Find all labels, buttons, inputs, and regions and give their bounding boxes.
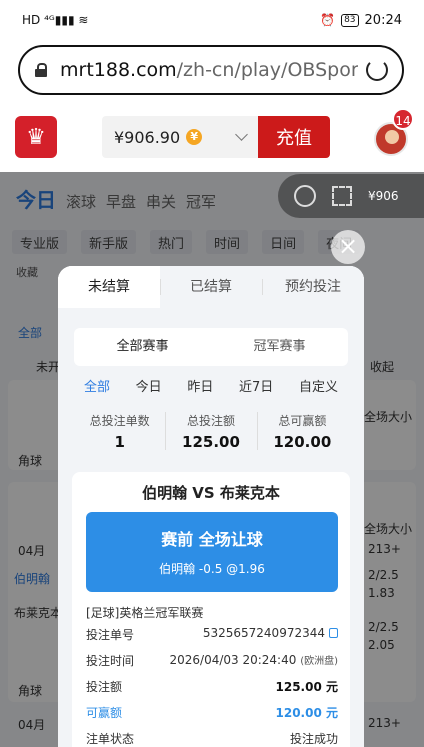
balance-selector[interactable]: ¥906.90 ¥ [102,116,258,158]
row-label: 注单状态 [86,732,135,746]
clock: 20:24 [364,12,402,28]
close-button[interactable]: × [331,230,365,264]
stat-total-stake: 总投注额 125.00 [165,406,256,458]
stat-value: 120.00 [273,433,332,451]
url-text[interactable]: mrt188.com/zh-cn/play/OBSport- [60,59,358,81]
row-value: 投注成功 [289,732,338,746]
bet-time-row: 投注时间 2026/04/03 20:24:40 (欧洲盘) [86,652,338,674]
tab-settled[interactable]: 已结算 [160,266,262,308]
filter-custom[interactable]: 自定义 [299,372,338,404]
row-value: 5325657240972344 [203,626,338,648]
bet-time: 2026/04/03 20:24:40 [169,653,297,667]
floating-toolbar: ¥906 [278,174,424,218]
stat-label: 总投注额 [186,414,235,428]
filter-today[interactable]: 今日 [136,372,162,404]
stat-total-winnable: 总可赢额 120.00 [256,406,348,458]
filter-yesterday[interactable]: 昨日 [187,372,213,404]
date-filters: 全部 今日 昨日 近7日 自定义 [74,372,348,404]
bet-record-modal: 未结算 已结算 预约投注 全部赛事 冠军赛事 全部 今日 昨日 近7日 自定义 … [58,266,364,747]
winnable-row: 可赢额 120.00 元 [86,704,338,726]
address-bar[interactable]: mrt188.com/zh-cn/play/OBSport- [18,45,404,95]
float-balance: ¥906 [368,189,399,203]
status-row: 注单状态 投注成功 [86,730,338,747]
row-value: 2026/04/03 20:24:40 (欧洲盘) [169,652,338,674]
url-domain: mrt188.com [60,59,177,81]
coin-icon: ¥ [186,129,203,145]
url-path: /zh-cn/play/OBSport- [176,59,358,81]
status-bar: HD ⁴ᴳ▮▮▮ ≋ ⏰ 83 20:24 [0,0,424,40]
deposit-button[interactable]: 充值 [258,116,330,158]
bet-summary: 总投注单数 1 总投注额 125.00 总可赢额 120.00 [74,406,348,458]
app-header: ♛ ¥906.90 ¥ 充值 14 [0,108,424,166]
tab-reserved[interactable]: 预约投注 [262,266,364,308]
signal-icons: HD ⁴ᴳ▮▮▮ ≋ [22,13,89,27]
stat-value: 1 [114,433,125,451]
market-title: 赛前 全场让球 [161,530,263,549]
stat-label: 总可赢额 [278,414,327,428]
tab-unsettled[interactable]: 未结算 [58,266,160,308]
brand-logo[interactable]: ♛ [15,116,57,158]
market-box: 赛前 全场让球 伯明翰 -0.5 @1.96 [86,512,338,592]
row-label: 投注单号 [86,628,135,642]
row-label: 可赢额 [86,706,123,720]
bet-id: 5325657240972344 [202,626,325,640]
row-value: 120.00 元 [275,706,339,720]
stat-total-bets: 总投注单数 1 [74,406,165,458]
league-name: [足球]英格兰冠军联赛 [86,606,204,620]
bet-slip-card: 伯明翰 VS 布莱克本 赛前 全场让球 伯明翰 -0.5 @1.96 [足球]英… [72,472,350,747]
status-left: HD ⁴ᴳ▮▮▮ ≋ [22,13,88,27]
record-tabs: 未结算 已结算 预约投注 [58,266,364,308]
odds-format: (欧洲盘) [300,656,338,667]
refresh-icon[interactable] [294,185,316,207]
event-type-switch: 全部赛事 冠军赛事 [74,328,348,366]
tab-outright-events[interactable]: 冠军赛事 [211,328,348,366]
row-value: 125.00 元 [275,680,339,694]
row-label: 投注时间 [86,654,135,668]
notification-badge: 14 [392,108,414,130]
tab-all-events[interactable]: 全部赛事 [74,328,211,366]
selection: 伯明翰 -0.5 @1.96 [159,562,265,576]
filter-7days[interactable]: 近7日 [239,372,273,404]
lock-icon [34,63,48,77]
reload-icon[interactable] [366,59,388,81]
copy-icon[interactable] [329,628,338,638]
status-right: ⏰ 83 20:24 [320,13,402,28]
chevron-down-icon [235,128,248,141]
balance-amount: ¥906.90 [114,127,181,147]
alarm-icon: ⏰ [320,13,336,27]
stat-label: 总投注单数 [89,414,150,428]
filter-all[interactable]: 全部 [84,372,110,404]
stat-value: 125.00 [182,433,240,451]
bet-id-row: 投注单号 5325657240972344 [86,626,338,648]
battery-indicator: 83 [341,13,359,27]
stake-row: 投注额 125.00 元 [86,678,338,700]
match-title: 伯明翰 VS 布莱克本 [142,484,280,502]
fullscreen-icon[interactable] [332,186,352,206]
row-label: 投注额 [86,680,123,694]
